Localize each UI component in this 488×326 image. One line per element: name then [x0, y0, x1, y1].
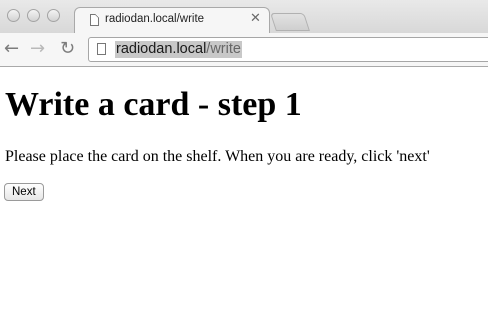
page-content: Write a card - step 1 Please place the c… — [0, 67, 488, 326]
browser-toolbar: ← → ↻ radiodan.local/write — [0, 33, 488, 67]
tab-title: radiodan.local/write — [105, 13, 205, 25]
address-host: radiodan.local — [116, 41, 207, 57]
back-arrow-icon[interactable]: ← — [4, 37, 19, 61]
address-path: /write — [206, 41, 241, 57]
address-text[interactable]: radiodan.local/write — [115, 41, 242, 58]
page-icon — [97, 43, 106, 55]
forward-arrow-icon[interactable]: → — [30, 37, 45, 61]
instructions-text: Please place the card on the shelf. When… — [5, 148, 430, 165]
tab-strip: radiodan.local/write ✕ — [0, 0, 488, 34]
new-tab-button[interactable] — [270, 13, 310, 31]
reload-icon[interactable]: ↻ — [60, 37, 75, 61]
address-bar[interactable]: radiodan.local/write — [88, 37, 488, 62]
window-zoom-button[interactable] — [47, 9, 60, 22]
page-icon — [90, 14, 99, 26]
active-tab[interactable]: radiodan.local/write ✕ — [74, 7, 270, 34]
window-minimize-button[interactable] — [27, 9, 40, 22]
next-button[interactable]: Next — [4, 183, 44, 201]
close-tab-icon[interactable]: ✕ — [250, 11, 261, 27]
browser-window: radiodan.local/write ✕ ← → ↻ radiodan.lo… — [0, 0, 488, 326]
window-close-button[interactable] — [7, 9, 20, 22]
page-title: Write a card - step 1 — [5, 86, 302, 123]
